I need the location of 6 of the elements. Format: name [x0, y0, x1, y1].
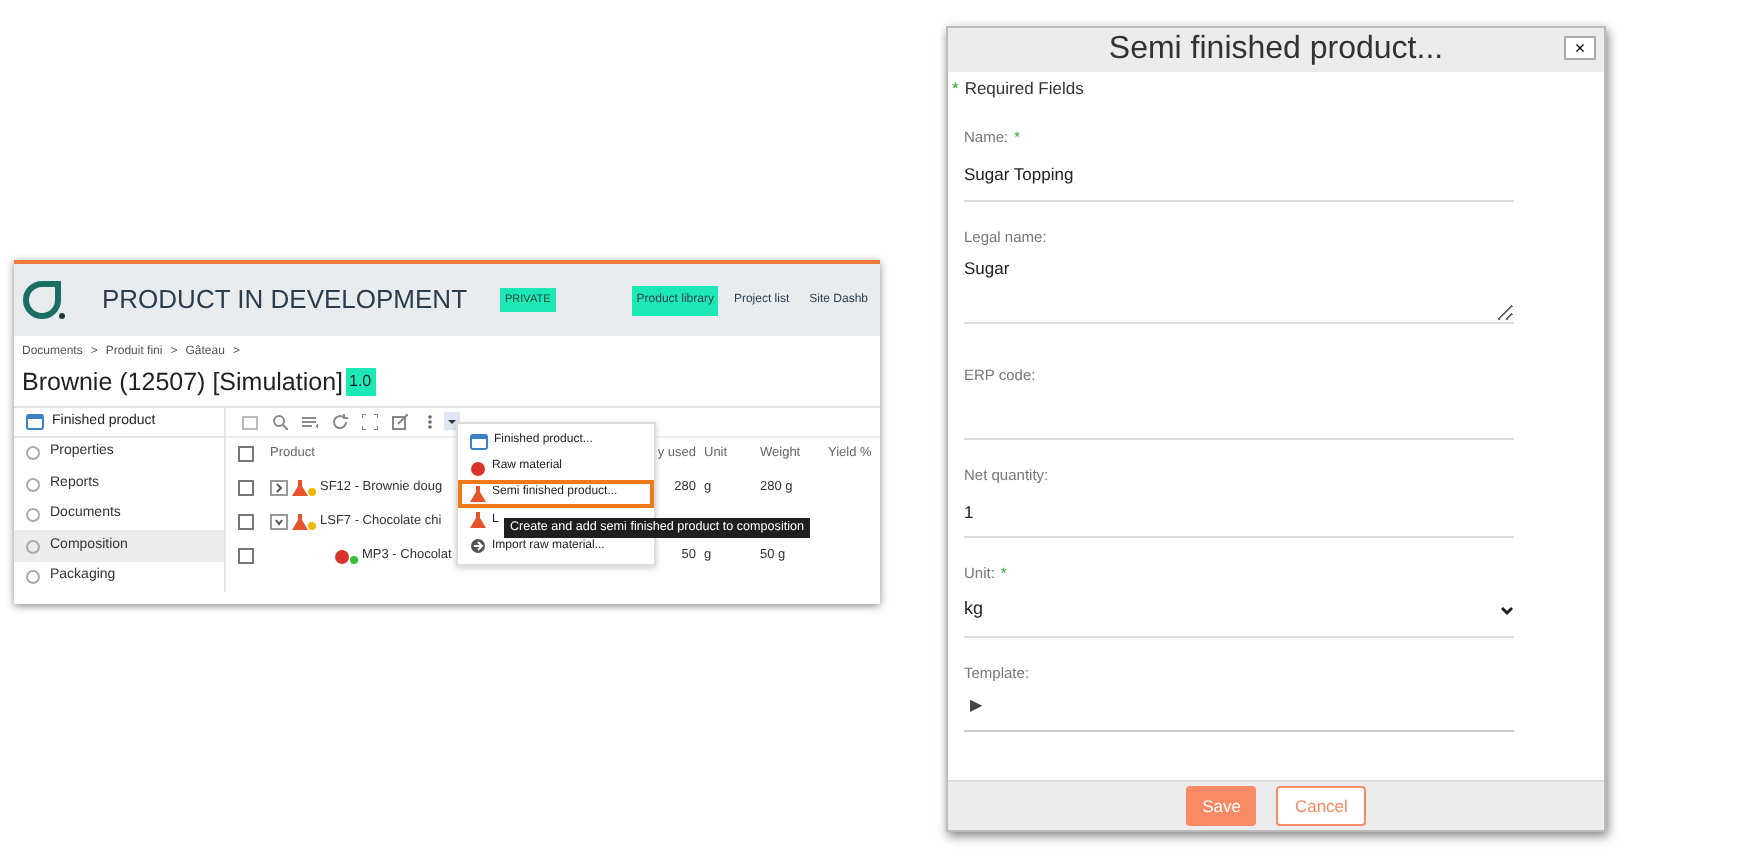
dialog-title: Semi finished product...	[1108, 30, 1444, 70]
page-title: Brownie (12507) [Simulation]	[22, 366, 343, 400]
required-mark: *	[952, 76, 959, 102]
required-note: Required Fields	[964, 76, 1084, 102]
app-title: PRODUCT IN DEVELOPMENT	[102, 282, 468, 319]
version-badge: 1.0	[345, 368, 376, 397]
